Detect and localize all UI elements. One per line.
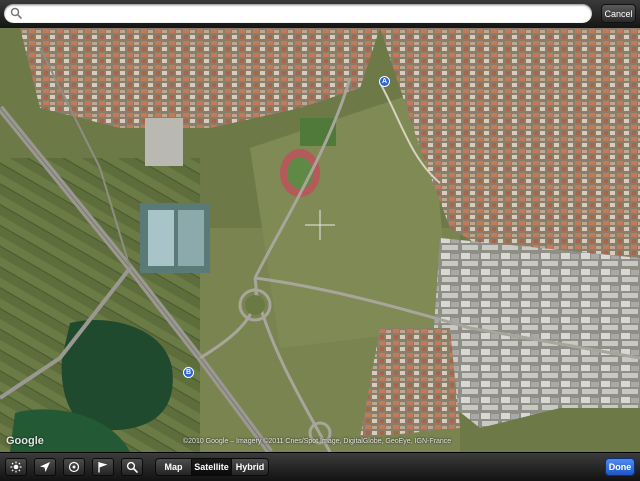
map-pin-b[interactable]: B <box>183 367 194 378</box>
map-imagery <box>0 28 640 452</box>
bookmark-flag-button[interactable] <box>92 458 114 476</box>
current-location-button[interactable] <box>34 458 56 476</box>
search-button[interactable] <box>121 458 143 476</box>
cancel-button[interactable]: Cancel <box>601 4 636 23</box>
flag-icon <box>98 462 108 473</box>
map-pin-label: B <box>185 369 192 376</box>
search-field[interactable] <box>4 4 592 23</box>
brightness-button[interactable] <box>5 458 27 476</box>
bottom-toolbar: Map Satellite Hybrid Done <box>0 452 640 481</box>
google-logo: Google <box>6 435 44 447</box>
map-type-satellite[interactable]: Satellite <box>191 458 232 476</box>
brightness-icon <box>10 461 22 473</box>
compass-button[interactable] <box>63 458 85 476</box>
location-arrow-icon <box>40 462 50 472</box>
satellite-map[interactable]: A B Google ©2010 Google – Imagery ©2011 … <box>0 28 640 452</box>
map-type-hybrid[interactable]: Hybrid <box>231 458 269 476</box>
map-type-map[interactable]: Map <box>155 458 192 476</box>
top-bar: Cancel <box>0 0 640 29</box>
map-copyright: ©2010 Google – Imagery ©2011 Cnes/Spot I… <box>183 438 452 445</box>
search-input[interactable] <box>26 5 590 23</box>
target-icon <box>68 461 80 473</box>
search-icon <box>126 461 138 473</box>
search-icon <box>10 7 22 19</box>
map-pin-a[interactable]: A <box>379 76 390 87</box>
done-button[interactable]: Done <box>605 458 635 476</box>
map-pin-label: A <box>381 78 388 85</box>
